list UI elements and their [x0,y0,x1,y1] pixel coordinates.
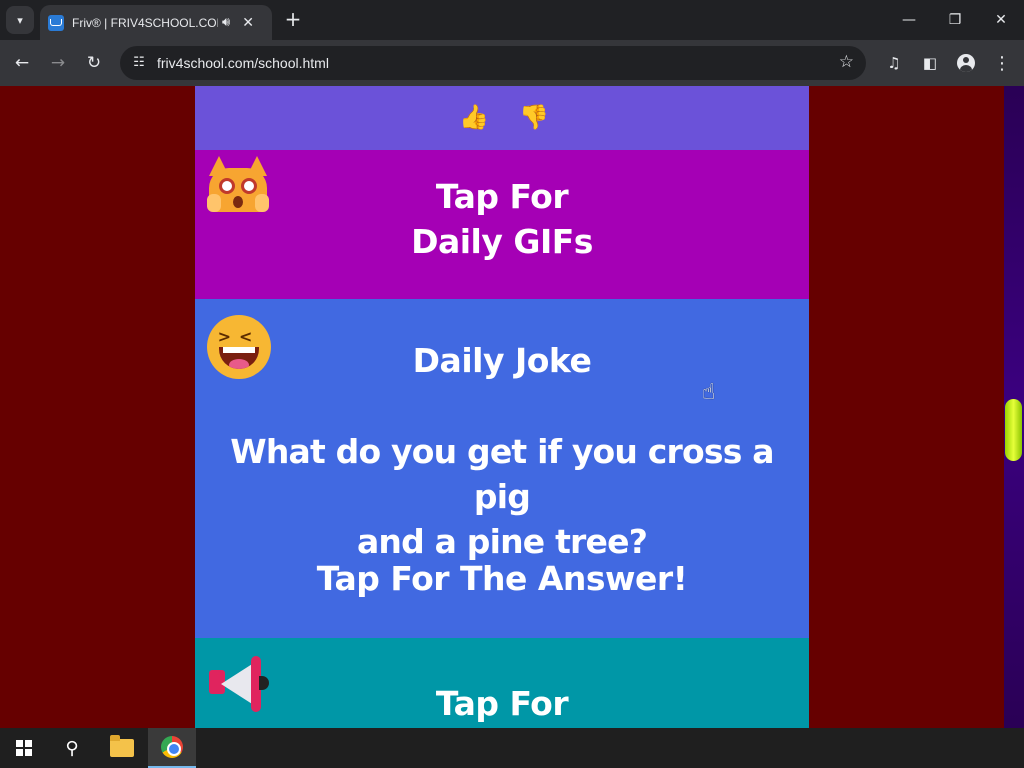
back-button[interactable]: ← [8,49,36,77]
content-column: 👍 👎 Tap For Daily GIFs >< Daily Joke Wha… [195,86,809,728]
scrollbar-thumb[interactable] [1005,399,1022,461]
close-icon: ✕ [995,12,1007,28]
star-icon[interactable]: ☆ [839,52,854,72]
chrome-icon [161,736,183,758]
restore-icon: ❐ [948,12,962,28]
plus-icon: + [284,7,302,31]
restore-button[interactable]: ❐ [932,0,978,40]
file-explorer-button[interactable] [98,728,146,768]
browser-toolbar: ← → ↻ ☷ friv4school.com/school.html ☆ ♫ … [0,40,1024,86]
joke-heading: Daily Joke [412,341,592,380]
profile-icon [957,54,975,72]
arrow-right-icon: → [50,53,66,73]
favicon-icon [48,14,64,31]
chrome-taskbar-button[interactable] [148,728,196,768]
minimize-button[interactable]: — [886,0,932,40]
windows-logo-icon [16,740,32,756]
hand-cursor-icon: ☝ [702,380,716,405]
announcement-panel[interactable]: Tap For [195,638,809,728]
folder-icon [110,735,134,757]
tab-strip: ▾ Friv® | FRIV4SCHOOL.COM 🔊︎ ✕ + — ❐ ✕ [0,0,1024,40]
chevron-down-icon: ▾ [17,13,23,27]
daily-gifs-panel[interactable]: Tap For Daily GIFs [195,150,809,299]
close-window-button[interactable]: ✕ [978,0,1024,40]
side-panel-icon[interactable]: ◧ [916,49,944,77]
profile-button[interactable] [952,49,980,77]
kebab-menu-icon[interactable]: ⋮ [988,49,1016,77]
forward-button[interactable]: → [44,49,72,77]
tab-search-button[interactable]: ▾ [6,6,34,34]
joke-question: What do you get if you cross a pig and a… [205,429,799,564]
start-button[interactable] [0,728,48,768]
address-bar[interactable]: ☷ friv4school.com/school.html ☆ [120,46,866,80]
media-control-icon[interactable]: ♫ [880,49,908,77]
tab-title: Friv® | FRIV4SCHOOL.COM [72,15,218,30]
arrow-left-icon: ← [14,53,30,73]
page-viewport: 👍 👎 Tap For Daily GIFs >< Daily Joke Wha… [0,86,1024,728]
joke-answer-cta[interactable]: Tap For The Answer! [195,557,809,601]
gifs-line2: Daily GIFs [411,222,593,261]
joke-question-line1: What do you get if you cross a pig [230,432,774,516]
search-button[interactable]: ⚲ [48,728,96,768]
gifs-line1: Tap For [435,177,569,216]
search-icon: ⚲ [65,737,79,759]
speaker-icon[interactable]: 🔊︎ [222,15,230,30]
thumbs-up-icon[interactable]: 👍 [459,103,489,131]
site-info-icon[interactable]: ☷ [130,54,148,72]
announcement-heading: Tap For [435,684,569,723]
daily-joke-panel[interactable]: >< Daily Joke What do you get if you cro… [195,299,809,638]
url-text[interactable]: friv4school.com/school.html [157,55,329,71]
thumbs-down-icon[interactable]: 👎 [519,103,549,131]
daily-gifs-heading: Tap For Daily GIFs [195,174,809,264]
reload-button[interactable]: ↻ [80,49,108,77]
taskbar: ⚲ [0,728,1024,768]
rating-panel: 👍 👎 [195,86,809,150]
new-tab-button[interactable]: + [282,8,304,30]
minimize-icon: — [902,12,916,28]
active-tab[interactable]: Friv® | FRIV4SCHOOL.COM 🔊︎ ✕ [40,5,272,40]
reload-icon: ↻ [86,53,102,73]
close-tab-icon[interactable]: ✕ [242,15,254,31]
